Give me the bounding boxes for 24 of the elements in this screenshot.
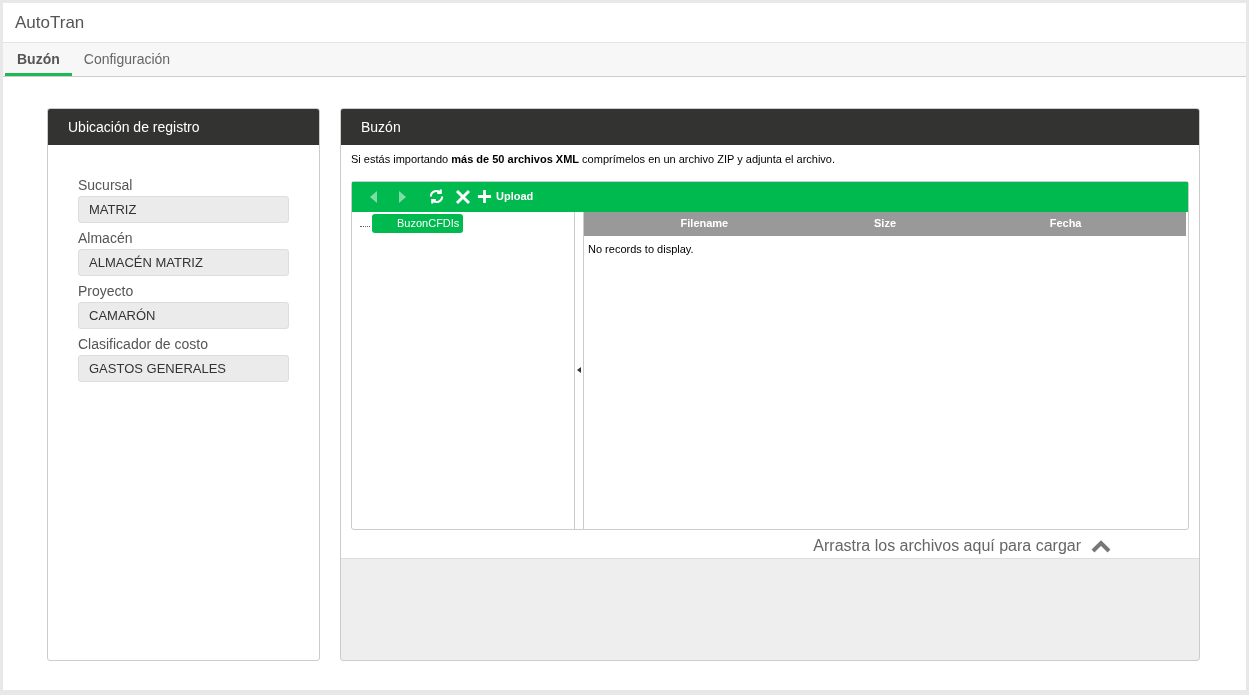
field-label: Clasificador de costo [78,335,209,353]
delete-icon[interactable] [455,188,471,205]
input-field[interactable]: ALMACÉN MATRIZ [78,249,289,276]
empty-message: No records to display. [587,241,695,257]
column-header[interactable]: Fecha [945,211,1186,236]
app-title: AutoTran [15,11,85,34]
column-header[interactable]: Size [824,211,946,236]
input-field[interactable]: MATRIZ [78,196,289,223]
field-label: Proyecto [78,282,135,300]
collapse-icon[interactable] [577,367,581,374]
refresh-icon[interactable] [428,188,445,205]
panel-title: Ubicación de registro [68,117,200,137]
column-header[interactable]: Filename [584,211,825,236]
chevron-up-icon[interactable] [1091,539,1111,553]
input-field[interactable]: GASTOS GENERALES [78,355,289,382]
input-field[interactable]: CAMARÓN [78,302,289,329]
field-label: Almacén [78,229,134,247]
panel-title: Buzón [361,117,401,137]
tab[interactable]: Buzón [5,43,72,76]
field-label: Sucursal [78,176,134,194]
notice-text: Si estás importando más de 50 archivos XML comprímelos en un archivo ZIP y adjunta el archivo. [351,152,837,167]
plus-icon [477,189,492,204]
drop-hint: Arrastra los archivos aquí para cargar [813,536,1081,556]
tab[interactable]: Configuración [71,43,183,76]
